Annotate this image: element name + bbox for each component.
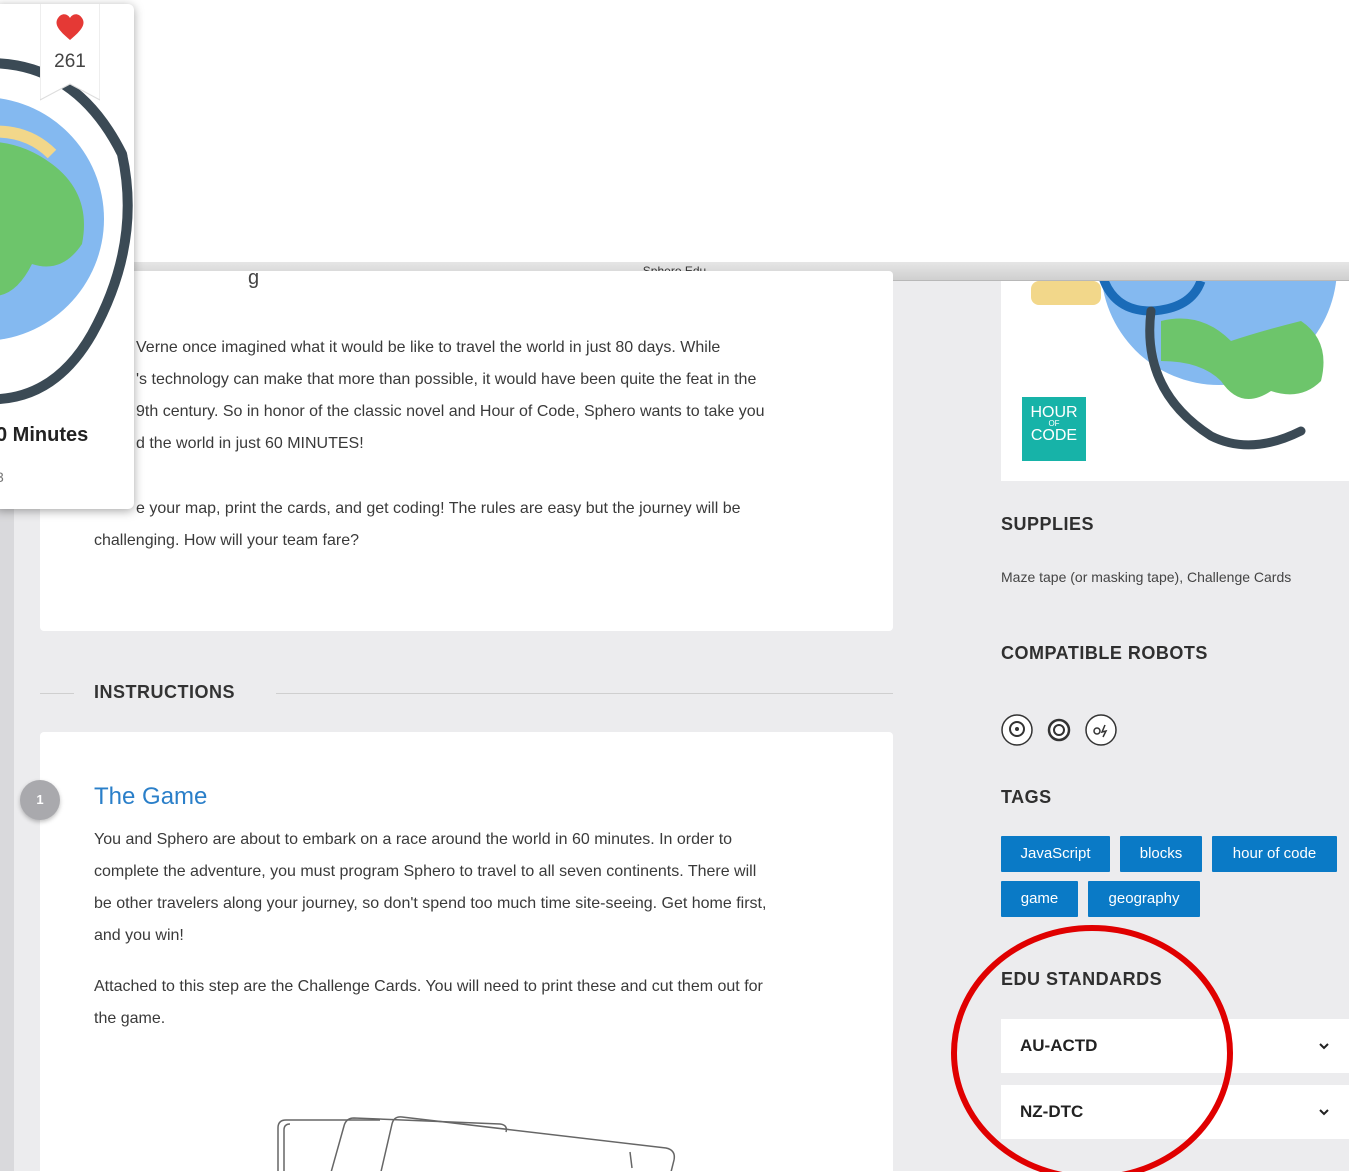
activity-card-popup[interactable]: 261 0 Minutes 3 [0, 4, 134, 509]
badge-line: CODE [1030, 427, 1078, 444]
challenge-cards-image [277, 1116, 676, 1171]
step-line: and you win! [94, 927, 184, 944]
supplies-heading: SUPPLIES [1001, 514, 1095, 534]
annotation-circle [951, 925, 1233, 1172]
sphero-robot-icon[interactable] [1001, 714, 1033, 746]
divider [40, 693, 74, 694]
supplies-text: Maze tape (or masking tape), Challenge C… [1001, 569, 1292, 585]
description-line: 's technology can make that more than po… [136, 371, 757, 388]
tag-game[interactable]: game [1001, 881, 1078, 917]
step-line: Attached to this step are the Challenge … [94, 978, 763, 995]
partial-heading: g [248, 267, 260, 289]
step-line: the game. [94, 1010, 166, 1027]
tag-blocks[interactable]: blocks [1120, 836, 1202, 872]
robot-icons [1001, 714, 1117, 746]
chevron-down-icon [1319, 1109, 1329, 1116]
likes-count: 261 [54, 51, 86, 72]
description-line: Verne once imagined what it would be lik… [136, 339, 721, 356]
sphero-bolt-icon[interactable] [1085, 714, 1117, 746]
divider [276, 693, 893, 694]
step-number-badge: 1 [20, 780, 60, 820]
tag-javascript[interactable]: JavaScript [1001, 836, 1110, 872]
step-line: You and Sphero are about to embark on a … [94, 831, 733, 848]
activity-title: 0 Minutes [0, 424, 89, 446]
description-line: 9th century. So in honor of the classic … [136, 403, 765, 420]
instructions-label: INSTRUCTIONS [94, 682, 235, 702]
sphero-mini-icon[interactable] [1043, 714, 1075, 746]
step-title[interactable]: The Game [94, 783, 207, 811]
tags-heading: TAGS [1001, 787, 1052, 807]
step-line: complete the adventure, you must program… [94, 863, 757, 880]
tag-hour-of-code[interactable]: hour of code [1212, 836, 1337, 872]
hour-of-code-badge: HOUR OF CODE [1022, 397, 1086, 461]
chevron-down-icon [1319, 1043, 1329, 1050]
tag-geography[interactable]: geography [1088, 881, 1200, 917]
description-line: challenging. How will your team fare? [94, 532, 360, 549]
step-line: be other travelers along your journey, s… [94, 895, 767, 912]
description-line: d the world in just 60 MINUTES! [136, 435, 364, 452]
instructions-heading: INSTRUCTIONS [40, 679, 893, 709]
compatible-robots-heading: COMPATIBLE ROBOTS [1001, 643, 1208, 663]
description-line: e your map, print the cards, and get cod… [136, 500, 741, 517]
activity-subtitle: 3 [0, 469, 4, 485]
